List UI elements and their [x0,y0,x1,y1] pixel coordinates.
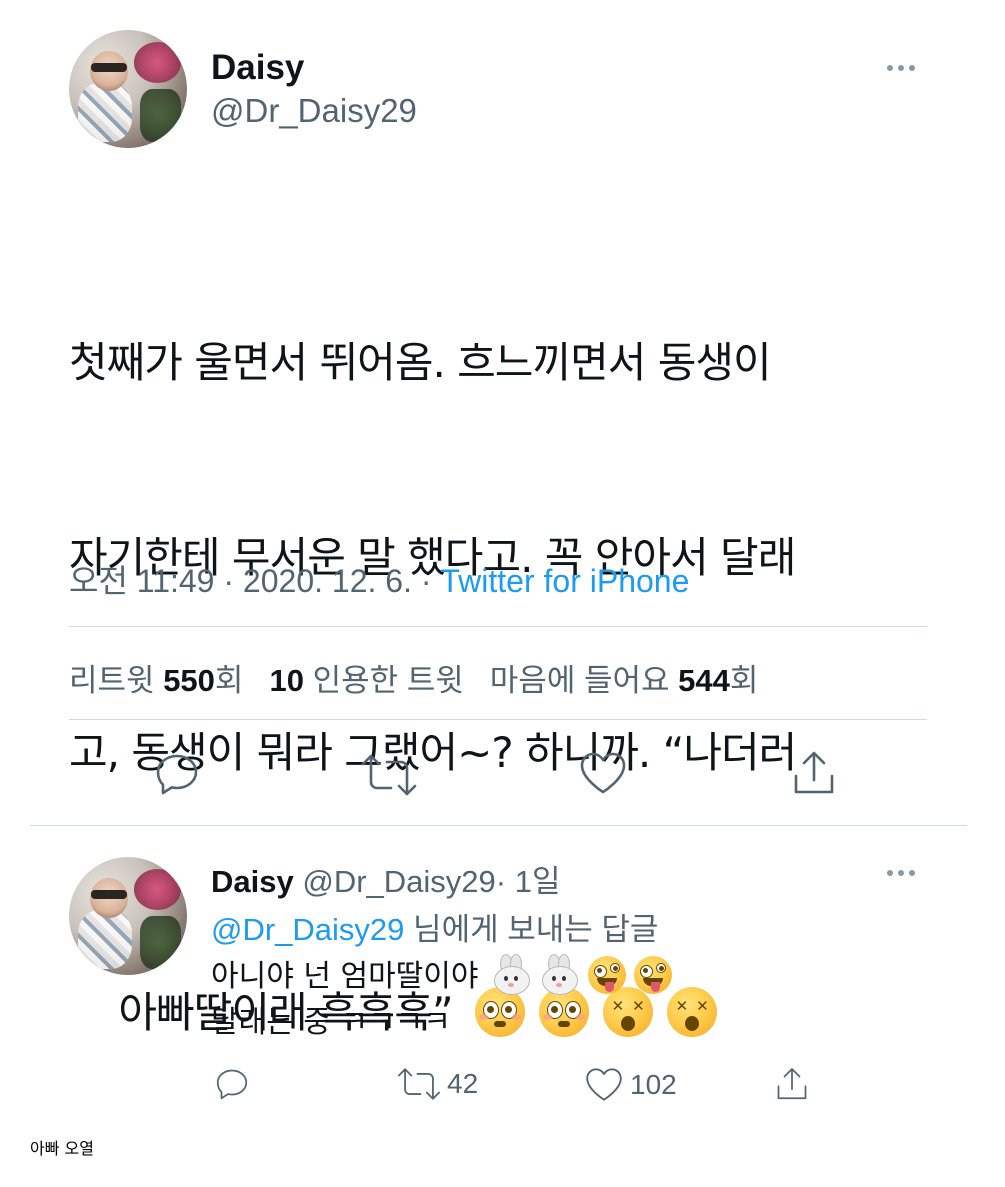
meta-separator: · [495,864,507,899]
zany-face-icon [634,956,673,994]
reply-text-line1: 아니야 넌 엄마딸이야 [211,959,479,994]
author-avatar[interactable] [69,30,187,148]
retweets-stat[interactable]: 리트윗 550회 [69,655,243,700]
zany-face-icon [588,956,627,994]
retweets-suffix: 회 [214,663,244,698]
likes-stat[interactable]: 마음에 들어요 544회 [490,655,759,700]
tweet-date[interactable]: 2020. 12. 6. [243,563,412,599]
tweet-text-line: 첫째가 울면서 뛰어옴. 흐느끼면서 동생이 [69,338,772,387]
author-handle[interactable]: @Dr_Daisy29 [211,92,417,130]
quotes-label: 인용한 트윗 [312,663,464,698]
retweets-label: 리트윗 [69,663,155,698]
reply-icon [156,754,198,795]
retweet-button[interactable] [358,752,420,802]
replying-to-suffix: 님에게 보내는 답글 [413,912,659,947]
retweet-icon [361,754,417,796]
reply-header: Daisy @Dr_Daisy29· 1일 [211,856,561,901]
post-caption: 아빠 오열 [30,1139,94,1158]
rabbit-face-icon [540,954,579,995]
divider [69,626,927,627]
author-name[interactable]: Daisy [211,48,304,88]
share-icon [794,751,834,794]
reply-text-line2: 달래는 중 ㅋㅋㅋㅋ [211,1005,451,1040]
reply-more-options-icon[interactable] [887,870,915,876]
likes-label: 마음에 들어요 [489,663,670,698]
like-icon [580,752,626,794]
like-icon [586,1068,622,1101]
reply-button[interactable] [153,750,201,802]
share-icon [777,1068,807,1100]
reply-author-name[interactable]: Daisy [211,864,294,899]
retweet-icon [397,1068,441,1100]
reply-author-avatar[interactable] [69,857,187,975]
quotes-count: 10 [269,663,304,698]
meta-separator: · [420,563,432,599]
rabbit-face-icon [492,954,531,995]
replying-to: @Dr_Daisy29 님에게 보내는 답글 [211,904,658,949]
reply-like-count: 102 [630,1068,677,1100]
likes-count: 544 [678,663,730,698]
reply-author-handle[interactable]: @Dr_Daisy29 [302,864,495,899]
like-button[interactable] [578,750,628,800]
more-options-icon[interactable] [887,65,915,71]
tweet-meta: 오전 11:49 · 2020. 12. 6. · Twitter for iP… [69,556,689,602]
meta-separator: · [223,563,235,599]
likes-suffix: 회 [729,663,759,698]
tweet-source-link[interactable]: Twitter for iPhone [440,563,689,599]
reply-text-line: 아니야 넌 엄마딸이야 [211,954,680,1000]
reply-retweet-button[interactable]: 42 [395,1066,478,1102]
reply-icon [216,1069,248,1100]
reply-retweet-count: 42 [447,1068,479,1099]
reply-like-button[interactable]: 102 [584,1066,677,1103]
retweets-count: 550 [163,663,215,698]
reply-reply-button[interactable] [214,1066,250,1109]
divider [69,719,927,720]
share-button[interactable] [790,748,838,802]
replying-to-handle[interactable]: @Dr_Daisy29 [211,912,404,947]
quotes-stat[interactable]: 10 인용한 트윗 [269,655,463,700]
tweet-stats: 리트윗 550회 10 인용한 트윗 마음에 들어요 544회 [69,655,758,700]
reply-text: 아니야 넌 엄마딸이야 달래는 중 ㅋㅋㅋㅋ [211,954,680,1046]
tweet-time[interactable]: 오전 11:49 [69,563,214,599]
reply-age[interactable]: 1일 [515,864,561,899]
reply-share-button[interactable] [774,1064,810,1111]
divider [30,825,967,826]
